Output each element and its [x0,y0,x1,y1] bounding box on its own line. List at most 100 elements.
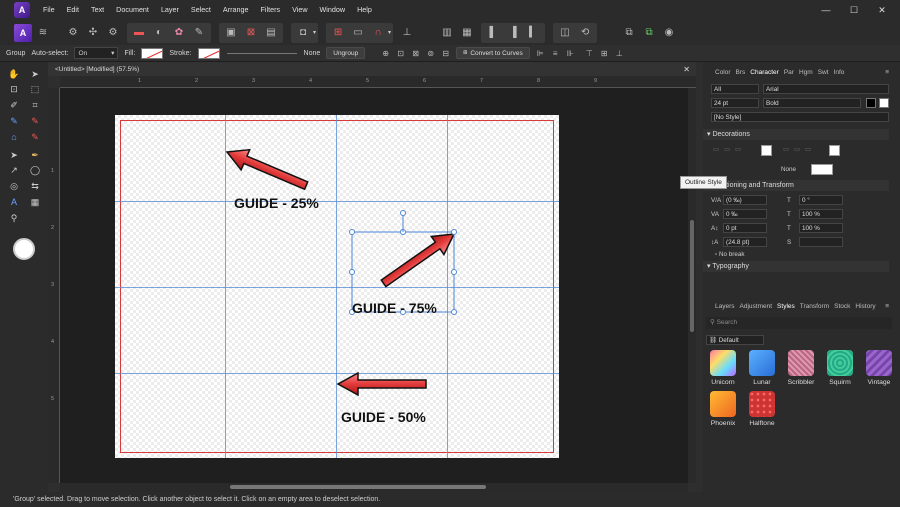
positioning-header[interactable]: ▾ Positioning and Transform [703,180,889,191]
ungroup-button[interactable]: Ungroup [326,47,366,59]
tab-styles[interactable]: Styles [777,303,795,310]
boolean-add-icon[interactable]: ⧉ [620,24,638,42]
stroke-width-slider[interactable] [226,52,297,54]
tab-transform[interactable]: Transform [800,303,829,310]
style-lunar[interactable]: Lunar [745,350,779,386]
menu-select[interactable]: Select [185,0,217,20]
canvas[interactable]: GUIDE - 25% GUIDE - 75% GUIDE - 50% [60,88,688,483]
stroke-swatch[interactable] [197,47,220,59]
rotation-handle[interactable] [400,210,406,216]
arrange-front-icon[interactable]: ▍ [524,24,542,42]
transform-separate-icon[interactable]: ⊟ [440,48,451,59]
designer-persona-icon[interactable]: A [14,23,32,42]
tab-character[interactable]: Character [750,69,779,76]
font-weight-dropdown[interactable]: Bold [763,98,861,108]
scroll-thumb[interactable] [230,485,486,489]
decoration-buttons-2[interactable]: ▭▭▭ [783,146,816,153]
vertical-scrollbar[interactable] [688,88,696,483]
brush-icon[interactable]: ✎ [190,24,208,42]
decoration-color-swatch-2[interactable] [829,145,840,156]
transform-rotate-icon[interactable]: ⊚ [425,48,436,59]
zoom-tool-icon[interactable]: ⚲ [7,211,21,225]
select-box-icon[interactable]: ▣ [222,24,240,42]
font-family-dropdown[interactable]: Arial [763,84,889,94]
pencil-tool-icon[interactable]: ✎ [7,114,21,128]
menu-edit[interactable]: Edit [61,0,85,20]
align-right-icon[interactable]: ⊪ [565,48,576,59]
convert-to-curves-button[interactable]: ⧈ Convert to Curves [456,47,530,59]
guide-25-label[interactable]: GUIDE - 25% [234,195,319,211]
transparency-tool-icon[interactable]: ⇆ [28,179,42,193]
assistant-icon[interactable]: ⚙ [104,24,122,42]
tracking-field[interactable]: 0 ‰ [723,209,767,219]
close-icon[interactable]: ✕ [868,0,896,20]
speech-tool-icon[interactable]: ◯ [28,163,42,177]
guide-50-label[interactable]: GUIDE - 50% [341,409,426,425]
corner-tool-icon[interactable]: ↗ [7,163,21,177]
color-picker-icon[interactable]: ◐ [150,24,168,42]
hand-tool-icon[interactable]: ✋ [7,67,21,81]
text-style-dropdown[interactable]: [No Style] [711,112,889,122]
kerning-field[interactable]: (0 ‰) [723,195,767,205]
panel-menu-icon[interactable]: ≡ [885,303,889,310]
selection-handle[interactable] [349,229,355,235]
ellipse-tool-icon[interactable]: ◎ [7,179,21,193]
view-mode-icon[interactable]: ▬ [130,24,148,42]
flip-icon[interactable]: ◫ [556,24,574,42]
tab-adjustment[interactable]: Adjustment [740,303,773,310]
align-vcenter-icon[interactable]: ⊞ [599,48,610,59]
baseline-field[interactable]: 0 pt [723,223,767,233]
horizontal-scrollbar[interactable] [60,483,688,492]
vertical-ruler[interactable]: 1 2 3 4 5 [48,88,60,483]
menu-text[interactable]: Text [85,0,110,20]
font-collection-dropdown[interactable]: All [711,84,759,94]
menu-window[interactable]: Window [314,0,352,20]
menu-arrange[interactable]: Arrange [217,0,255,20]
menu-help[interactable]: Help [351,0,378,20]
picker-tool-icon[interactable]: ✐ [7,98,21,112]
arrange-back-icon[interactable]: ▌ [484,24,502,42]
language-dropdown[interactable] [799,237,843,247]
arrow-shape-75[interactable] [377,225,460,292]
insert-icon[interactable]: ⊥ [398,24,416,42]
decoration-color-swatch[interactable] [761,145,772,156]
rotate-icon[interactable]: ⟲ [576,24,594,42]
menu-layer[interactable]: Layer [155,0,185,20]
tab-history[interactable]: History [855,303,875,310]
snap-icon[interactable]: ⊞ [329,24,347,42]
scroll-thumb[interactable] [690,220,694,332]
snapping-icon[interactable]: ✣ [84,24,102,42]
leading-field[interactable]: (24.8 pt) [723,237,767,247]
maximize-icon[interactable]: ☐ [840,0,868,20]
node-tool-icon[interactable]: ➤ [7,148,21,162]
align-left-icon[interactable]: ▥ [438,24,456,42]
text-stroke-swatch[interactable] [879,98,889,108]
align-top-icon[interactable]: ⊤ [584,48,595,59]
transform-origin-icon[interactable]: ⊕ [380,48,391,59]
pixel-persona-icon[interactable]: ≋ [34,24,52,42]
magnet-icon[interactable]: ∩ [369,24,387,42]
style-phoenix[interactable]: Phoenix [706,391,740,427]
marquee-tool-icon[interactable]: ⬚ [28,82,42,96]
decoration-stroke-swatch[interactable] [811,164,833,175]
move-tool-icon[interactable]: ➤ [28,67,42,81]
select-intersect-icon[interactable]: ▤ [262,24,280,42]
align-bottom-icon[interactable]: ⊥ [614,48,625,59]
document-tab[interactable]: <Untitled> [Modified] (57.5%) ✕ [48,62,696,76]
styles-search-input[interactable]: ⚲ Search [706,317,892,329]
shear-field[interactable]: 0 ° [799,195,843,205]
color-wheel-icon[interactable]: ✿ [170,24,188,42]
guide-75-label[interactable]: GUIDE - 75% [352,300,437,316]
align-left-icon[interactable]: ⊫ [535,48,546,59]
selection-handle[interactable] [349,269,355,275]
font-size-field[interactable]: 24 pt [711,98,759,108]
boolean-intersect-icon[interactable]: ◉ [660,24,678,42]
style-unicorn[interactable]: Unicorn [706,350,740,386]
crop-tool-icon[interactable]: ⌗ [28,98,42,112]
artboard-tool-icon[interactable]: ⊡ [7,82,21,96]
artboard[interactable]: GUIDE - 25% GUIDE - 75% GUIDE - 50% [115,115,559,458]
tab-color[interactable]: Color [715,69,731,76]
selection-handle[interactable] [451,309,457,315]
align-center-icon[interactable]: ▦ [458,24,476,42]
style-squirm[interactable]: Squirm [823,350,857,386]
